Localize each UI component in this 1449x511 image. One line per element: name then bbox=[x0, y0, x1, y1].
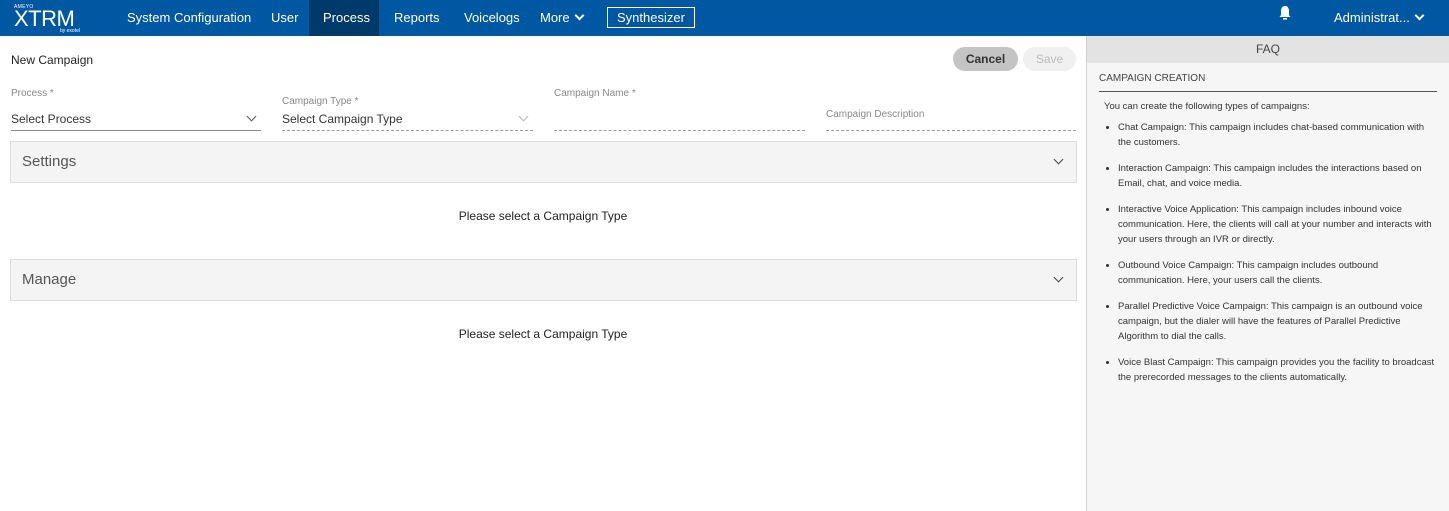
faq-item: Interaction Campaign: This campaign incl… bbox=[1118, 161, 1435, 191]
nav-system-configuration[interactable]: System Configuration bbox=[113, 0, 265, 36]
settings-panel-title: Settings bbox=[22, 153, 77, 170]
campaign-form: New Campaign Cancel Save Process * Selec… bbox=[0, 36, 1086, 511]
campaign-description-input[interactable]: Campaign Description bbox=[826, 86, 1076, 131]
nav-more[interactable]: More bbox=[526, 0, 597, 36]
logo-name: XTRM bbox=[14, 6, 75, 31]
faq-item: Voice Blast Campaign: This campaign prov… bbox=[1118, 355, 1435, 385]
faq-intro: You can create the following types of ca… bbox=[1104, 101, 1310, 112]
nav-more-label: More bbox=[540, 10, 570, 25]
user-name: Administrat... bbox=[1334, 10, 1410, 25]
page-title: New Campaign bbox=[11, 53, 94, 67]
faq-header: FAQ bbox=[1087, 36, 1449, 63]
process-label: Process * bbox=[11, 88, 54, 99]
settings-empty-message: Please select a Campaign Type bbox=[458, 209, 628, 223]
process-select[interactable]: Process * Select Process bbox=[11, 86, 261, 131]
faq-panel: FAQ CAMPAIGN CREATION You can create the… bbox=[1086, 36, 1449, 511]
chevron-down-icon bbox=[1053, 272, 1064, 283]
campaign-description-underline bbox=[826, 130, 1076, 131]
campaign-type-select[interactable]: Campaign Type * Select Campaign Type bbox=[282, 86, 533, 131]
process-underline bbox=[11, 130, 261, 131]
xtrm-logo[interactable]: AMEYO XTRM by exotel bbox=[14, 4, 80, 34]
settings-panel-header[interactable]: Settings bbox=[10, 141, 1077, 183]
campaign-type-underline bbox=[282, 130, 533, 131]
chevron-down-icon bbox=[1414, 10, 1425, 21]
chevron-down-icon bbox=[574, 10, 585, 21]
campaign-name-label: Campaign Name * bbox=[554, 88, 636, 99]
manage-panel-header[interactable]: Manage bbox=[10, 259, 1077, 301]
chevron-down-icon bbox=[1053, 154, 1064, 165]
user-menu[interactable]: Administrat... bbox=[1334, 0, 1425, 36]
faq-item: Interactive Voice Application: This camp… bbox=[1118, 202, 1435, 247]
nav-process[interactable]: Process bbox=[309, 0, 379, 36]
campaign-type-value: Select Campaign Type bbox=[282, 112, 403, 126]
faq-subtitle: CAMPAIGN CREATION bbox=[1099, 73, 1437, 92]
campaign-name-underline bbox=[554, 130, 805, 131]
top-navigation-bar: AMEYO XTRM by exotel System Configuratio… bbox=[0, 0, 1449, 36]
nav-user[interactable]: User bbox=[257, 0, 312, 36]
campaign-description-label: Campaign Description bbox=[826, 109, 925, 120]
faq-item: Outbound Voice Campaign: This campaign i… bbox=[1118, 258, 1435, 288]
chevron-down-icon bbox=[246, 111, 257, 122]
faq-item: Chat Campaign: This campaign includes ch… bbox=[1118, 120, 1435, 150]
logo-brand-bottom: by exotel bbox=[59, 28, 80, 34]
process-value: Select Process bbox=[11, 112, 92, 126]
campaign-name-input[interactable]: Campaign Name * bbox=[554, 86, 805, 131]
bell-icon[interactable] bbox=[1278, 5, 1292, 21]
nav-reports[interactable]: Reports bbox=[380, 0, 454, 36]
faq-list: Chat Campaign: This campaign includes ch… bbox=[1118, 120, 1435, 385]
synthesizer-button[interactable]: Synthesizer bbox=[607, 7, 695, 28]
chevron-down-icon bbox=[518, 111, 529, 122]
manage-panel-title: Manage bbox=[22, 271, 77, 288]
campaign-type-label: Campaign Type * bbox=[282, 96, 359, 107]
faq-item: Parallel Predictive Voice Campaign: This… bbox=[1118, 299, 1435, 344]
nav-voicelogs[interactable]: Voicelogs bbox=[450, 0, 534, 36]
cancel-button[interactable]: Cancel bbox=[953, 47, 1018, 71]
manage-empty-message: Please select a Campaign Type bbox=[458, 327, 628, 341]
save-button[interactable]: Save bbox=[1023, 47, 1076, 71]
